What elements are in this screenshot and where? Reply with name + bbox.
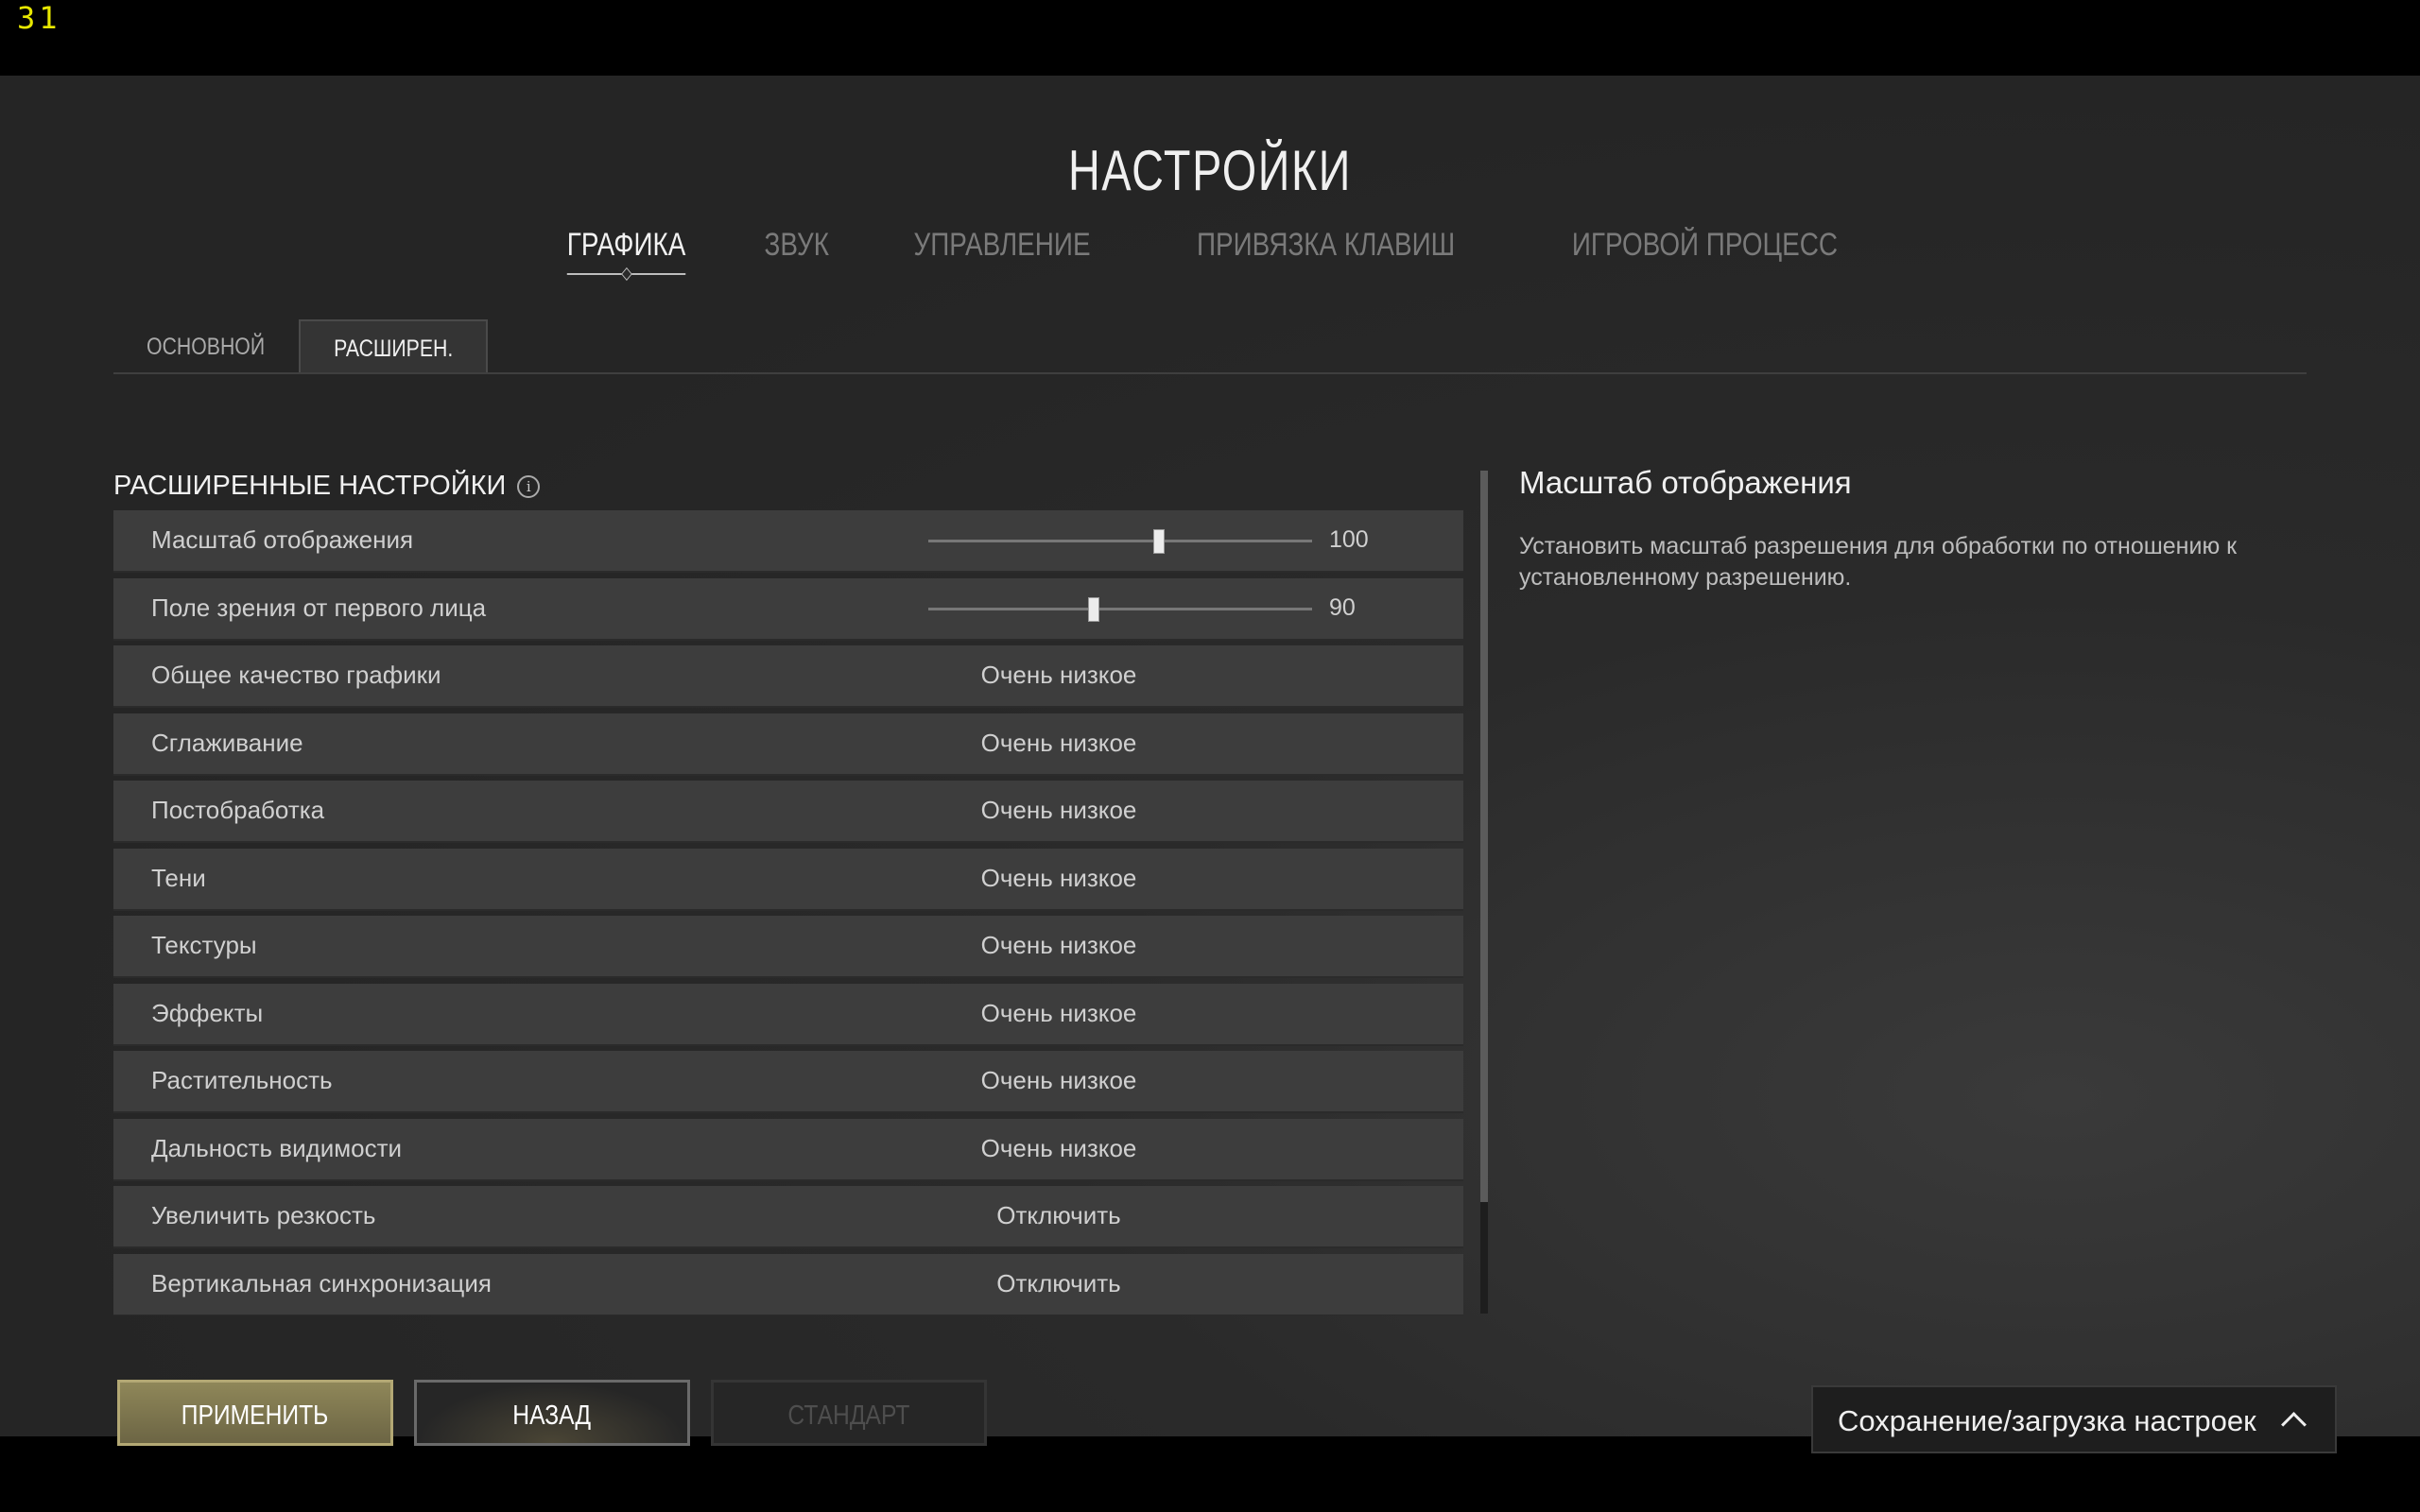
setting-row-fov[interactable]: Поле зрения от первого лица 90 — [113, 577, 1463, 641]
setting-row[interactable]: Дальность видимости Очень низкое — [113, 1118, 1463, 1181]
slider-thumb[interactable] — [1087, 596, 1099, 622]
setting-value[interactable]: Очень низкое — [879, 661, 1238, 690]
display-scale-slider[interactable] — [928, 529, 1312, 554]
setting-label: Тени — [151, 863, 206, 892]
chevron-up-icon[interactable] — [2281, 1412, 2307, 1437]
info-icon[interactable]: i — [517, 474, 541, 498]
description-title: Масштаб отображения — [1519, 465, 1852, 500]
subtab-basic[interactable]: ОСНОВНОЙ — [113, 319, 299, 372]
setting-value[interactable]: Очень низкое — [879, 796, 1238, 825]
tab-gameplay[interactable]: ИГРОВОЙ ПРОЦЕСС — [1571, 227, 1837, 275]
setting-label: Сглаживание — [151, 728, 303, 757]
setting-label: Растительность — [151, 1066, 333, 1094]
fps-counter: 31 — [17, 0, 61, 36]
setting-label: Вертикальная синхронизация — [151, 1268, 492, 1297]
slider-thumb[interactable] — [1152, 529, 1165, 554]
setting-label: Увеличить резкость — [151, 1201, 376, 1229]
tab-controls[interactable]: УПРАВЛЕНИЕ — [914, 227, 1091, 275]
sub-tabs: ОСНОВНОЙ РАСШИРЕН. — [113, 319, 488, 374]
fov-slider[interactable] — [928, 596, 1312, 622]
tab-keybindings[interactable]: ПРИВЯЗКА КЛАВИШ — [1197, 227, 1455, 275]
setting-value[interactable]: Очень низкое — [879, 999, 1238, 1028]
setting-label: Дальность видимости — [151, 1133, 403, 1162]
setting-row[interactable]: Текстуры Очень низкое — [113, 916, 1463, 978]
setting-row[interactable]: Увеличить резкость Отключить — [113, 1186, 1463, 1248]
scrollbar[interactable] — [1480, 471, 1488, 1314]
default-button[interactable]: СТАНДАРТ — [711, 1380, 987, 1446]
setting-row[interactable]: Растительность Очень низкое — [113, 1051, 1463, 1113]
tab-sound[interactable]: ЗВУК — [764, 227, 828, 275]
back-button[interactable]: НАЗАД — [414, 1380, 690, 1446]
apply-label: ПРИМЕНИТЬ — [182, 1400, 329, 1431]
setting-row[interactable]: Общее качество графики Очень низкое — [113, 645, 1463, 708]
setting-row[interactable]: Тени Очень низкое — [113, 848, 1463, 911]
setting-value[interactable]: Очень низкое — [879, 1066, 1238, 1095]
section-header: РАСШИРЕННЫЕ НАСТРОЙКИ i — [113, 471, 541, 502]
settings-panel: НАСТРОЙКИ ГРАФИКА ЗВУК УПРАВЛЕНИЕ ПРИВЯЗ… — [0, 76, 2420, 1453]
setting-value[interactable]: Отключить — [879, 1269, 1238, 1298]
save-load-label: Сохранение/загрузка настроек — [1838, 1404, 2256, 1437]
setting-label: Общее качество графики — [151, 661, 441, 689]
setting-value[interactable]: Очень низкое — [879, 1134, 1238, 1163]
back-label: НАЗАД — [512, 1400, 592, 1431]
save-load-dropdown[interactable]: Сохранение/загрузка настроек — [1811, 1385, 2337, 1453]
subtab-advanced[interactable]: РАСШИРЕН. — [299, 319, 488, 374]
tab-graphics[interactable]: ГРАФИКА — [566, 227, 685, 275]
subtab-advanced-label: РАСШИРЕН. — [333, 335, 454, 362]
setting-value[interactable]: Очень низкое — [879, 931, 1238, 960]
setting-label: Масштаб отображения — [151, 525, 414, 554]
setting-label: Постобработка — [151, 796, 325, 824]
setting-row[interactable]: Сглаживание Очень низкое — [113, 713, 1463, 776]
setting-value[interactable]: Очень низкое — [879, 729, 1238, 758]
slider-value: 100 — [1329, 526, 1369, 553]
divider — [113, 372, 2307, 374]
setting-value[interactable]: Отключить — [879, 1201, 1238, 1230]
setting-row-display-scale[interactable]: Масштаб отображения 100 — [113, 510, 1463, 573]
section-title: РАСШИРЕННЫЕ НАСТРОЙКИ — [113, 471, 507, 501]
setting-row[interactable]: Постобработка Очень низкое — [113, 781, 1463, 843]
settings-list: Масштаб отображения 100 Поле зрения от п… — [113, 510, 1463, 1315]
scrollbar-thumb[interactable] — [1480, 471, 1488, 1202]
description-text: Установить масштаб разрешения для обрабо… — [1519, 533, 2238, 591]
setting-label: Эффекты — [151, 998, 264, 1027]
slider-value: 90 — [1329, 593, 1356, 621]
main-tabs: ГРАФИКА ЗВУК УПРАВЛЕНИЕ ПРИВЯЗКА КЛАВИШ … — [0, 227, 2420, 275]
subtab-basic-label: ОСНОВНОЙ — [147, 334, 266, 360]
setting-row[interactable]: Вертикальная синхронизация Отключить — [113, 1253, 1463, 1315]
apply-button[interactable]: ПРИМЕНИТЬ — [117, 1380, 393, 1446]
setting-label: Текстуры — [151, 931, 257, 959]
default-label: СТАНДАРТ — [787, 1400, 910, 1431]
setting-label: Поле зрения от первого лица — [151, 593, 487, 622]
setting-value[interactable]: Очень низкое — [879, 864, 1238, 893]
setting-row[interactable]: Эффекты Очень низкое — [113, 983, 1463, 1046]
page-title: НАСТРОЙКИ — [1068, 139, 1352, 202]
